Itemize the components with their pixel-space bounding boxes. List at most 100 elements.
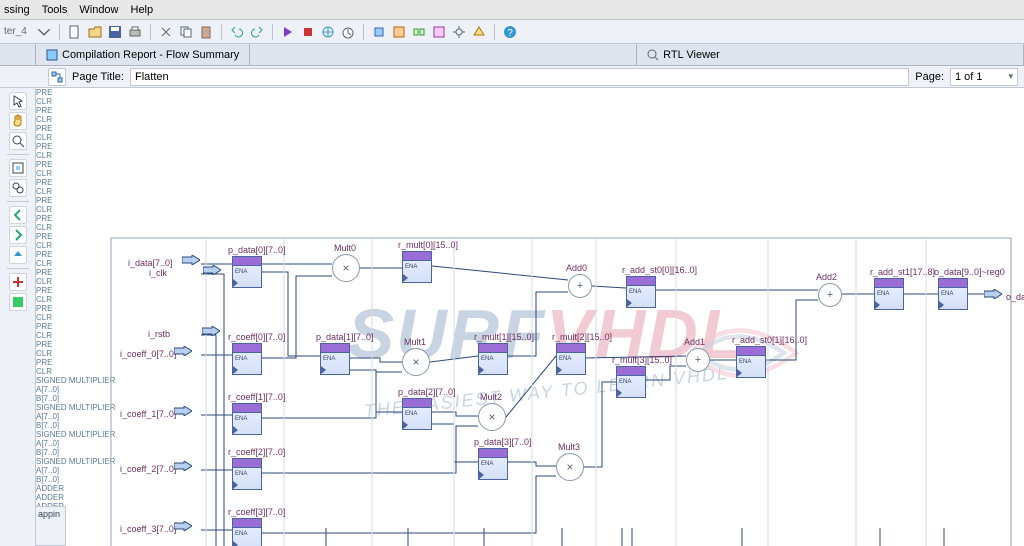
input-pin-icon: [203, 265, 221, 275]
menu-processing[interactable]: ssing: [4, 4, 30, 16]
menu-tools[interactable]: Tools: [42, 4, 68, 16]
print-icon[interactable]: [126, 23, 144, 41]
input-pin-icon: [202, 326, 220, 336]
input-pin-icon: [174, 461, 192, 471]
net-label: i_coeff_1[7..0]: [120, 409, 176, 419]
net-label: r_mult[3][15..0]: [612, 355, 672, 365]
net-label: r_coeff[0][7..0]: [228, 332, 285, 342]
viewer-icon: [647, 49, 659, 61]
zoom-tool-icon[interactable]: [9, 132, 27, 150]
register-r_mult1[interactable]: ENA: [478, 343, 508, 375]
net-label: i_coeff_2[7..0]: [120, 464, 176, 474]
pointer-tool-icon[interactable]: [9, 92, 27, 110]
tab-viewer-label: RTL Viewer: [663, 49, 720, 61]
register-p_data2[interactable]: ENA: [402, 398, 432, 430]
chip-icon[interactable]: [370, 23, 388, 41]
register-r_add_st01[interactable]: ENA: [736, 346, 766, 378]
net-label: Mult3: [558, 442, 580, 452]
adder-a2[interactable]: +: [818, 283, 842, 307]
forward-nav-icon[interactable]: [9, 226, 27, 244]
save-icon[interactable]: [106, 23, 124, 41]
net-label: i_coeff_0[7..0]: [120, 349, 176, 359]
undo-icon[interactable]: [228, 23, 246, 41]
net-label: Add0: [566, 263, 587, 273]
stop-icon[interactable]: [299, 23, 317, 41]
find-icon[interactable]: [9, 179, 27, 197]
back-nav-icon[interactable]: [9, 206, 27, 224]
register-o_reg[interactable]: ENA: [938, 278, 968, 310]
page-label: Page:: [915, 71, 944, 83]
programmer-icon[interactable]: [470, 23, 488, 41]
dropdown-chevron-icon[interactable]: [35, 23, 53, 41]
adder-a1[interactable]: +: [686, 348, 710, 372]
analyze-icon[interactable]: [319, 23, 337, 41]
expand-icon[interactable]: [9, 273, 27, 291]
chevron-down-icon: ▾: [1008, 71, 1013, 82]
net-label: i_clk: [149, 268, 167, 278]
page-value: 1 of 1: [955, 71, 983, 83]
up-hierarchy-icon[interactable]: [9, 246, 27, 264]
tab-rtl-viewer[interactable]: RTL Viewer: [637, 44, 1024, 66]
net-label: r_mult[0][15..0]: [398, 240, 458, 250]
multiplier-m0[interactable]: ×: [332, 254, 360, 282]
net-label: r_mult[1][15..0]: [474, 332, 534, 342]
netlist-nav-icon[interactable]: [48, 68, 66, 86]
register-r_add_st1[interactable]: ENA: [874, 278, 904, 310]
net-label: r_coeff[2][7..0]: [228, 447, 285, 457]
page-title-value: Flatten: [135, 71, 169, 83]
register-r_coeff0[interactable]: ENA: [232, 343, 262, 375]
net-label: Mult2: [480, 392, 502, 402]
net-label: p_data[0][7..0]: [228, 245, 286, 255]
register-r_coeff3[interactable]: ENA: [232, 518, 262, 546]
register-r_mult0[interactable]: ENA: [402, 251, 432, 283]
input-pin-icon: [174, 346, 192, 356]
new-file-icon[interactable]: [66, 23, 84, 41]
settings-icon[interactable]: [450, 23, 468, 41]
compile-icon[interactable]: [279, 23, 297, 41]
rtl-viewer-icon[interactable]: [410, 23, 428, 41]
pin-planner-icon[interactable]: [390, 23, 408, 41]
copy-icon[interactable]: [177, 23, 195, 41]
assignment-icon[interactable]: [430, 23, 448, 41]
net-label: Add1: [684, 337, 705, 347]
fit-view-icon[interactable]: [9, 159, 27, 177]
net-label: r_mult[2][15..0]: [552, 332, 612, 342]
cut-icon[interactable]: [157, 23, 175, 41]
menu-help[interactable]: Help: [131, 4, 154, 16]
adder-a0[interactable]: +: [568, 274, 592, 298]
tab-compilation-report[interactable]: Compilation Report - Flow Summary: [36, 44, 250, 66]
output-pin-icon: [984, 289, 1002, 299]
register-p_data3[interactable]: ENA: [478, 448, 508, 480]
tab-report-label: Compilation Report - Flow Summary: [62, 49, 239, 61]
timing-icon[interactable]: [339, 23, 357, 41]
menu-window[interactable]: Window: [79, 4, 118, 16]
page-selector[interactable]: 1 of 1 ▾: [950, 68, 1018, 86]
net-label: p_data[1][7..0]: [316, 332, 374, 342]
register-p_data0[interactable]: ENA: [232, 256, 262, 288]
paste-icon[interactable]: [197, 23, 215, 41]
net-label: i_data[7..0]: [128, 258, 173, 268]
left-panel-fragment: appin: [36, 506, 66, 546]
multiplier-m2[interactable]: ×: [478, 403, 506, 431]
register-r_add_st00[interactable]: ENA: [626, 276, 656, 308]
redo-icon[interactable]: [248, 23, 266, 41]
multiplier-m1[interactable]: ×: [402, 348, 430, 376]
net-label: i_coeff_3[7..0]: [120, 524, 176, 534]
register-r_mult3[interactable]: ENA: [616, 366, 646, 398]
multiplier-m3[interactable]: ×: [556, 453, 584, 481]
register-r_mult2[interactable]: ENA: [556, 343, 586, 375]
net-label: p_data[2][7..0]: [398, 387, 456, 397]
color-highlight-icon[interactable]: [9, 293, 27, 311]
page-title-label: Page Title:: [72, 71, 124, 83]
hand-tool-icon[interactable]: [9, 112, 27, 130]
page-title-field[interactable]: Flatten: [130, 68, 909, 86]
register-p_data1[interactable]: ENA: [320, 343, 350, 375]
open-folder-icon[interactable]: [86, 23, 104, 41]
net-label: r_add_st0[1][16..0]: [732, 335, 807, 345]
svg-text:?: ?: [507, 28, 513, 39]
rtl-canvas[interactable]: SURFVHDL THE EASIEST WAY TO LEARN VHDL E…: [36, 88, 1024, 546]
net-label: o_data[9..0]~reg0: [934, 267, 1005, 277]
register-r_coeff2[interactable]: ENA: [232, 458, 262, 490]
help-icon[interactable]: ?: [501, 23, 519, 41]
register-r_coeff1[interactable]: ENA: [232, 403, 262, 435]
